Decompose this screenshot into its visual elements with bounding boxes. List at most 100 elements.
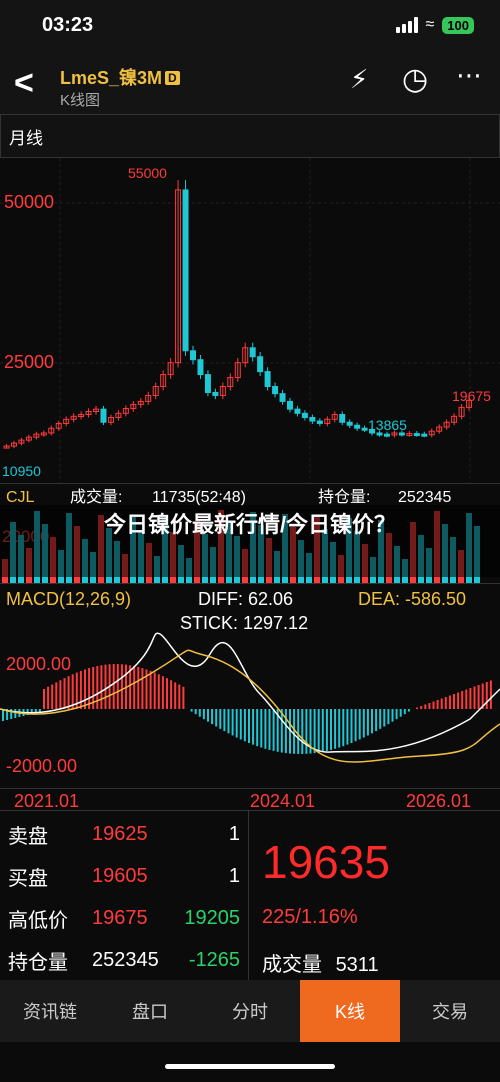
candle-body (212, 391, 219, 396)
clock-icon[interactable]: ◷ (402, 62, 428, 97)
high-price: 19675 (92, 906, 148, 929)
macd-bar (215, 709, 218, 727)
buy-price: 19605 (92, 864, 148, 887)
candle-body (346, 421, 353, 426)
macd-bar (63, 678, 66, 709)
high-low-label: 高低价 (8, 909, 68, 932)
daytrade-badge: D (165, 71, 180, 85)
macd-bar (453, 694, 455, 709)
macd-bar (71, 674, 74, 709)
candle-body (383, 433, 390, 437)
status-icons: ≈ 100 (395, 16, 474, 34)
macd-bar (420, 706, 423, 709)
candle-body (376, 432, 383, 436)
macd-panel: MACD(12,26,9) DIFF: 62.06 DEA: -586.50 S… (0, 583, 500, 788)
home-indicator[interactable] (165, 1064, 335, 1069)
candle-body (249, 347, 256, 358)
quote-panel: 卖盘 19625 1 买盘 19605 1 高低价 19675 19205 持仓… (0, 810, 500, 981)
candle-body (354, 424, 361, 429)
volume-indicator-name: CJL (6, 489, 35, 506)
macd-bar (280, 709, 283, 753)
macd-bar (198, 709, 201, 717)
signal-icon (395, 17, 418, 33)
macd-bar (379, 709, 382, 729)
candle-body (272, 386, 279, 395)
volume-value: 11735(52:48) (152, 489, 246, 506)
price-change: 225/1.16% (262, 906, 358, 928)
candle-body (361, 427, 368, 431)
macd-bar (59, 680, 62, 709)
back-icon[interactable]: < (14, 64, 34, 103)
macd-bottom: -2000.00 (6, 756, 77, 776)
period-selector[interactable]: 月线 (0, 114, 500, 158)
macd-bar (219, 709, 222, 729)
open-interest-label: 持仓量 (8, 951, 68, 974)
volume-summary: 成交量 5311 (262, 948, 379, 977)
macd-bar (461, 691, 464, 709)
x-tick-2024: 2024.01 (250, 791, 316, 811)
sell-qty: 1 (228, 822, 240, 845)
oi-label: 持仓量: (318, 488, 370, 506)
high-label: 55000 (128, 165, 167, 181)
macd-bar (371, 709, 373, 734)
candle-body (197, 359, 204, 376)
macd-bar (436, 700, 439, 709)
tab-news[interactable]: 资讯链 (0, 980, 100, 1042)
macd-name: MACD(12,26,9) (6, 589, 131, 609)
candle-body (309, 416, 316, 422)
open-interest-row: 持仓量 252345 -1265 (0, 939, 248, 981)
macd-bar (485, 682, 488, 709)
tab-timeshare[interactable]: 分时 (200, 980, 300, 1042)
macd-bar (432, 701, 435, 709)
macd-bar (112, 664, 115, 709)
macd-bar (243, 709, 246, 742)
macd-bar (305, 709, 308, 754)
battery-icon: 100 (442, 16, 474, 34)
macd-bar (403, 709, 406, 715)
macd-bar (313, 709, 316, 754)
candle-body (264, 371, 271, 388)
tab-kline[interactable]: K线 (300, 980, 400, 1042)
tab-orderbook[interactable]: 盘口 (100, 980, 200, 1042)
more-icon[interactable]: ⋯ (456, 60, 482, 91)
buy-row[interactable]: 买盘 19605 1 (0, 855, 248, 897)
macd-bar (342, 709, 345, 747)
buy-label: 买盘 (8, 867, 48, 890)
macd-bar (416, 707, 419, 709)
macd-bar (166, 678, 168, 709)
candle-body (286, 400, 293, 410)
macd-bar (391, 709, 394, 722)
macd-bar (366, 709, 369, 736)
x-axis: 2021.01 2024.01 2026.01 (0, 788, 500, 811)
macd-bar (235, 709, 238, 738)
macd-bar (440, 698, 443, 709)
macd-bar (116, 664, 119, 709)
tab-trade[interactable]: 交易 (400, 980, 500, 1042)
macd-bar (301, 709, 304, 754)
macd-bar (457, 692, 460, 709)
macd-bar (178, 684, 181, 709)
candle-body (182, 189, 189, 352)
macd-bar (346, 709, 349, 745)
macd-bar (350, 709, 353, 744)
sell-row[interactable]: 卖盘 19625 1 (0, 813, 248, 855)
macd-bar (321, 709, 324, 752)
macd-chart[interactable]: MACD(12,26,9) DIFF: 62.06 DEA: -586.50 S… (0, 584, 500, 789)
kline-chart[interactable]: 50000 25000 55000 10950 19675 13865 (0, 158, 500, 483)
lightning-icon[interactable]: ⚡ (350, 64, 368, 95)
candle-body (369, 428, 376, 434)
macd-bar (207, 709, 209, 722)
candle-body (190, 350, 197, 361)
macd-bar (190, 709, 193, 712)
macd-bar (248, 709, 250, 744)
macd-diff: DIFF: 62.06 (198, 589, 293, 609)
clock: 03:23 (42, 14, 94, 36)
price-tick-25000: 25000 (4, 352, 54, 372)
macd-bar (55, 682, 58, 709)
macd-bar (489, 680, 492, 709)
news-overlay[interactable]: 今日镍价最新行情/今日镍价？ (0, 505, 500, 577)
open-interest-change: -1265 (188, 948, 240, 971)
candle-body (294, 408, 301, 414)
macd-bar (231, 709, 234, 736)
macd-bar (211, 709, 214, 725)
